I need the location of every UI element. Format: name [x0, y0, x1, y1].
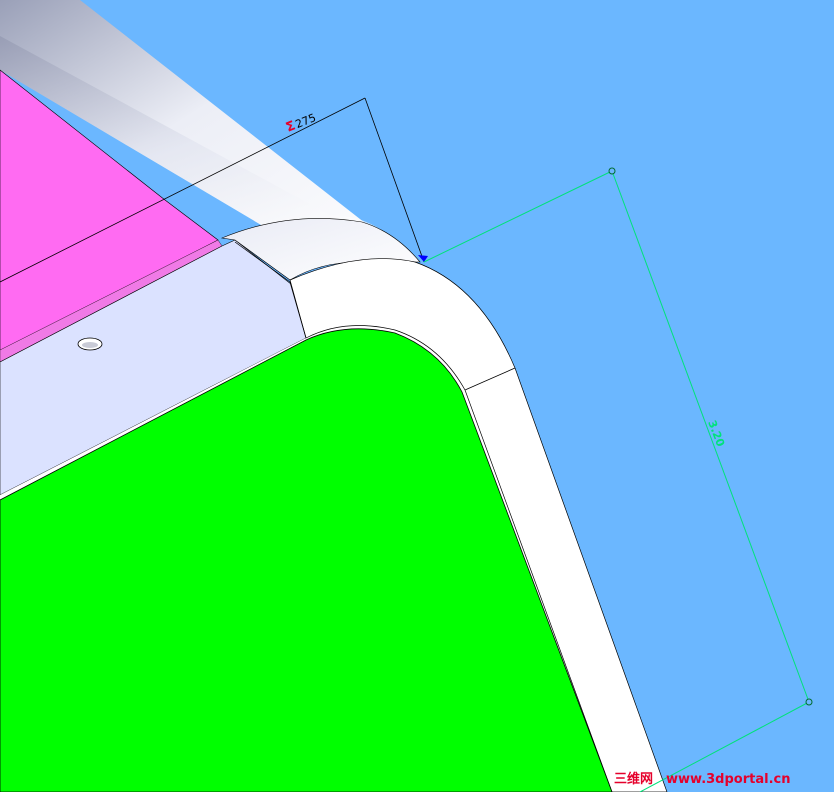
watermark: 三维网 www.3dportal.cn	[614, 771, 790, 787]
watermark-cn: 三维网	[614, 771, 653, 787]
cad-viewport[interactable]: Σ 275 3.20 三维网 www.3dportal.cn	[0, 0, 834, 792]
model-scene[interactable]: Σ 275 3.20 三维网 www.3dportal.cn	[0, 0, 834, 792]
dimension-handle-top-icon[interactable]	[608, 167, 616, 175]
watermark-url: www.3dportal.cn	[666, 772, 790, 787]
dimension-handle-bottom-icon[interactable]	[805, 698, 813, 706]
hole-shadow	[82, 342, 98, 348]
